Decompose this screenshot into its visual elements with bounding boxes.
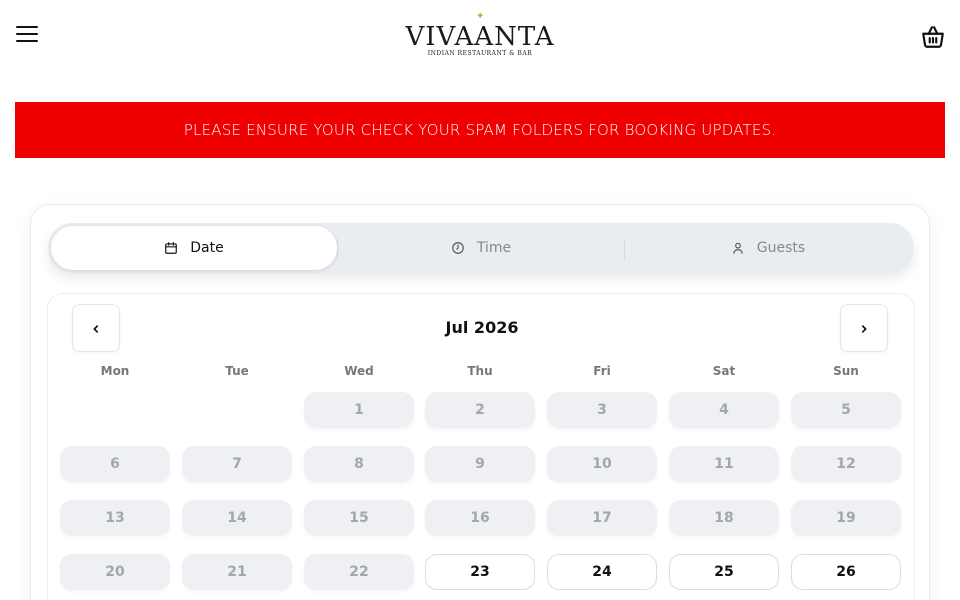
weekday-header-thu: Thu [467, 364, 493, 378]
tab-date-label: Date [190, 240, 224, 256]
calendar-day-unavailable: 19 [791, 500, 901, 536]
tab-guests-label: Guests [756, 240, 806, 256]
calendar-day-unavailable: 14 [182, 500, 292, 536]
calendar-icon [164, 241, 178, 255]
calendar-day-unavailable: 4 [669, 392, 779, 428]
next-month-button[interactable] [840, 304, 888, 352]
calendar-day-unavailable: 12 [791, 446, 901, 482]
banner-text: PLEASE ENSURE YOUR CHECK YOUR SPAM FOLDE… [183, 121, 777, 139]
site-header: ✦ VIVAANTA INDIAN RESTAURANT & BAR [0, 0, 960, 72]
tab-time-label: Time [476, 240, 512, 256]
calendar-day-unavailable: 10 [547, 446, 657, 482]
month-label: Jul 2026 [445, 318, 519, 337]
calendar-day-available[interactable]: 24 [547, 554, 657, 590]
booking-step-tabs: Date Time Guests [48, 223, 914, 273]
chevron-right-icon [859, 319, 869, 338]
calendar-day-unavailable: 20 [60, 554, 170, 590]
weekday-header-sun: Sun [833, 364, 859, 378]
calendar-day-available[interactable]: 25 [669, 554, 779, 590]
logo-leaf-mark: ✦ [476, 11, 485, 22]
calendar-day-unavailable: 9 [425, 446, 535, 482]
booking-card: Date Time Guests Jul 2026 Mon Tue Wed Th… [30, 204, 930, 600]
hamburger-menu-icon[interactable] [16, 26, 38, 44]
weekday-header-wed: Wed [344, 364, 374, 378]
basket-icon[interactable] [920, 24, 946, 50]
calendar-day-unavailable: 1 [304, 392, 414, 428]
calendar-day-unavailable: 11 [669, 446, 779, 482]
tab-time[interactable]: Time [338, 226, 624, 270]
calendar-day-unavailable: 5 [791, 392, 901, 428]
calendar-day-unavailable: 22 [304, 554, 414, 590]
weekday-header-tue: Tue [225, 364, 249, 378]
calendar-day-unavailable: 15 [304, 500, 414, 536]
calendar-day-unavailable: 6 [60, 446, 170, 482]
calendar-day-unavailable: 13 [60, 500, 170, 536]
clock-icon [451, 241, 465, 255]
weekday-header-mon: Mon [100, 364, 130, 378]
calendar-day-unavailable: 8 [304, 446, 414, 482]
brand-logo[interactable]: ✦ VIVAANTA INDIAN RESTAURANT & BAR [380, 10, 580, 60]
calendar-day-unavailable: 3 [547, 392, 657, 428]
calendar-day-unavailable: 2 [425, 392, 535, 428]
date-picker-calendar: Jul 2026 Mon Tue Wed Thu Fri Sat Sun 1 2 3 4 5 6 7 8 9 1… [47, 293, 915, 600]
brand-name: VIVAANTA [405, 22, 555, 52]
calendar-day-available[interactable]: 23 [425, 554, 535, 590]
tab-date[interactable]: Date [51, 226, 337, 270]
spam-notice-banner: PLEASE ENSURE YOUR CHECK YOUR SPAM FOLDE… [15, 102, 945, 158]
calendar-day-unavailable: 16 [425, 500, 535, 536]
calendar-day-unavailable: 17 [547, 500, 657, 536]
weekday-header-fri: Fri [593, 364, 611, 378]
tab-guests[interactable]: Guests [625, 226, 911, 270]
calendar-day-unavailable: 7 [182, 446, 292, 482]
user-icon [731, 241, 745, 255]
weekday-header-sat: Sat [712, 364, 736, 378]
calendar-day-unavailable: 18 [669, 500, 779, 536]
calendar-day-unavailable: 21 [182, 554, 292, 590]
calendar-day-available[interactable]: 26 [791, 554, 901, 590]
brand-tagline: INDIAN RESTAURANT & BAR [427, 50, 533, 57]
